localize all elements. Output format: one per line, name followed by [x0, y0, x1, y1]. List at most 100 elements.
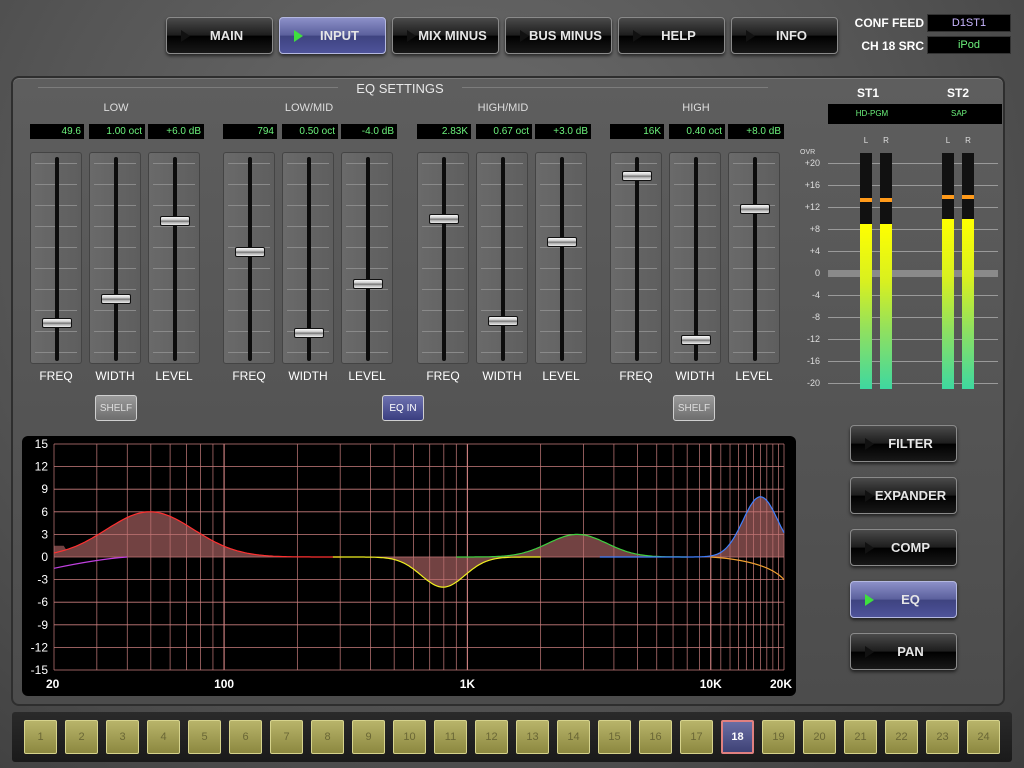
expander-button[interactable]: EXPANDER [850, 477, 957, 514]
nav-help-button[interactable]: HELP [618, 17, 725, 54]
fader-label: FREQ [39, 369, 73, 383]
fader-label: LEVEL [735, 369, 773, 383]
eq-in-button[interactable]: EQ IN [382, 395, 424, 421]
fader-knob[interactable] [681, 335, 711, 346]
side-button-label: PAN [897, 644, 924, 659]
comp-button[interactable]: COMP [850, 529, 957, 566]
graph-y-tick-label: 0 [41, 550, 48, 564]
fader-knob[interactable] [235, 247, 265, 258]
channel-button-8[interactable]: 8 [311, 720, 344, 754]
meter-channel-label: L [945, 136, 951, 145]
pan-button[interactable]: PAN [850, 633, 957, 670]
band-level-fader[interactable] [148, 152, 200, 364]
channel-button-19[interactable]: 19 [762, 720, 795, 754]
fader-knob[interactable] [294, 327, 324, 338]
channel-button-12[interactable]: 12 [475, 720, 508, 754]
band-freq-fader[interactable] [30, 152, 82, 364]
graph-y-tick-label: 6 [41, 505, 48, 519]
channel-button-23[interactable]: 23 [926, 720, 959, 754]
meter-scale-label: +4 [809, 246, 820, 256]
meter-bar-fill [880, 223, 892, 389]
hp-filter-curve [53, 556, 128, 569]
graph-y-tick-label: -12 [31, 640, 49, 654]
meter-st2-source[interactable]: SAP [916, 104, 1002, 124]
fader-knob[interactable] [547, 237, 577, 248]
channel-button-7[interactable]: 7 [270, 720, 303, 754]
band-freq-readout: 49.6 [30, 124, 84, 139]
play-arrow-icon [865, 646, 874, 658]
band-width-fader[interactable] [476, 152, 528, 364]
conf-feed-value[interactable]: D1ST1 [927, 14, 1011, 32]
fader-slot [635, 157, 639, 361]
fader-label: FREQ [232, 369, 266, 383]
band-level-fader[interactable] [535, 152, 587, 364]
nav-help-label: HELP [661, 28, 696, 43]
meter-peak-indicator [860, 197, 872, 202]
nav-bus-minus-button[interactable]: BUS MINUS [505, 17, 612, 54]
meter-scale-label: -20 [806, 378, 820, 388]
filter-button[interactable]: FILTER [850, 425, 957, 462]
nav-input-button[interactable]: INPUT [279, 17, 386, 54]
band-width-readout: 0.40 oct [669, 124, 725, 139]
meter-bar-fill [942, 219, 954, 389]
fader-knob[interactable] [42, 317, 72, 328]
channel-button-10[interactable]: 10 [393, 720, 426, 754]
meter-st1-source[interactable]: HD-PGM [828, 104, 916, 124]
nav-mix-minus-button[interactable]: MIX MINUS [392, 17, 499, 54]
fader-knob[interactable] [740, 204, 770, 215]
side-button-label: EQ [901, 592, 920, 607]
channel-button-5[interactable]: 5 [188, 720, 221, 754]
meter-scale-label: -4 [811, 290, 820, 300]
fader-label: WIDTH [675, 369, 715, 383]
band-level-fader[interactable] [728, 152, 780, 364]
channel-button-2[interactable]: 2 [65, 720, 98, 754]
band-freq-fader[interactable] [417, 152, 469, 364]
channel-button-22[interactable]: 22 [885, 720, 918, 754]
graph-y-tick-label: 3 [41, 527, 48, 541]
side-button-label: COMP [891, 540, 930, 555]
fader-knob[interactable] [622, 170, 652, 181]
channel-button-24[interactable]: 24 [967, 720, 1000, 754]
channel-button-13[interactable]: 13 [516, 720, 549, 754]
nav-main-button[interactable]: MAIN [166, 17, 273, 54]
ch-src-label: CH 18 SRC [861, 39, 924, 53]
shelf-button[interactable]: SHELF [673, 395, 715, 421]
channel-button-4[interactable]: 4 [147, 720, 180, 754]
play-arrow-icon [294, 30, 303, 42]
channel-button-1[interactable]: 1 [24, 720, 57, 754]
band-width-fader[interactable] [282, 152, 334, 364]
meter-scale-label: 0 [814, 268, 820, 278]
fader-knob[interactable] [160, 215, 190, 226]
channel-button-6[interactable]: 6 [229, 720, 262, 754]
channel-button-9[interactable]: 9 [352, 720, 385, 754]
shelf-button[interactable]: SHELF [95, 395, 137, 421]
channel-button-21[interactable]: 21 [844, 720, 877, 754]
band-width-fader[interactable] [89, 152, 141, 364]
nav-info-button[interactable]: INFO [731, 17, 838, 54]
fader-knob[interactable] [488, 315, 518, 326]
band-freq-readout: 2.83K [417, 124, 471, 139]
fader-knob[interactable] [429, 213, 459, 224]
graph-y-tick-label: 12 [35, 460, 49, 474]
band-width-fader[interactable] [669, 152, 721, 364]
channel-button-3[interactable]: 3 [106, 720, 139, 754]
channel-button-11[interactable]: 11 [434, 720, 467, 754]
channel-button-18[interactable]: 18 [721, 720, 754, 754]
fader-knob[interactable] [101, 294, 131, 305]
fader-knob[interactable] [353, 278, 383, 289]
band-title: HIGH [682, 102, 710, 114]
band-freq-fader[interactable] [610, 152, 662, 364]
band-level-fader[interactable] [341, 152, 393, 364]
ch-src-value[interactable]: iPod [927, 36, 1011, 54]
play-arrow-icon [865, 542, 874, 554]
band-freq-fader[interactable] [223, 152, 275, 364]
channel-button-15[interactable]: 15 [598, 720, 631, 754]
channel-button-16[interactable]: 16 [639, 720, 672, 754]
eq-button[interactable]: EQ [850, 581, 957, 618]
meter-scale-label: -12 [806, 334, 820, 344]
channel-button-14[interactable]: 14 [557, 720, 590, 754]
channel-button-17[interactable]: 17 [680, 720, 713, 754]
meter-peak-indicator [942, 195, 954, 200]
band-level-readout: +3.0 dB [535, 124, 591, 139]
channel-button-20[interactable]: 20 [803, 720, 836, 754]
